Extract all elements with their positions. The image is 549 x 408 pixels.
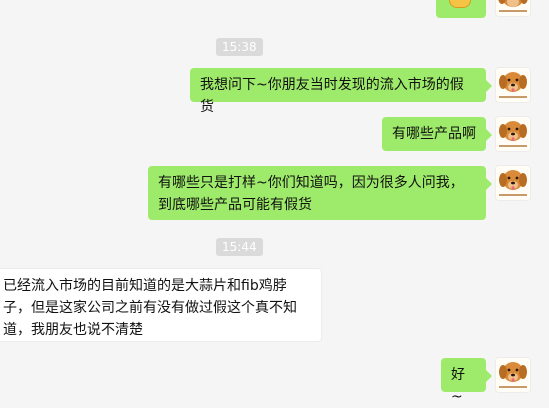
avatar[interactable] <box>496 0 530 16</box>
message-bubble-outgoing[interactable]: 有哪些产品啊 <box>382 117 492 151</box>
emoji-icon <box>449 0 471 8</box>
message-bubble-incoming[interactable]: 已经流入市场的目前知道的是大蒜片和fib鸡脖子，但是这家公司之前有没有做过假这个… <box>0 268 322 342</box>
message-bubble-outgoing[interactable]: 好~ <box>441 358 492 405</box>
avatar-dog-icon <box>496 166 530 200</box>
avatar-dog-icon <box>496 358 530 392</box>
avatar[interactable] <box>496 166 530 200</box>
previous-emoji-message[interactable] <box>436 0 486 18</box>
avatar-dog-icon <box>496 68 530 102</box>
avatar[interactable] <box>496 68 530 102</box>
avatar[interactable] <box>496 117 530 151</box>
avatar[interactable] <box>496 358 530 392</box>
message-bubble-outgoing[interactable]: 我想问下~你朋友当时发现的流入市场的假货 <box>190 68 492 115</box>
message-bubble-outgoing[interactable]: 有哪些只是打样~你们知道吗，因为很多人问我，到底哪些产品可能有假货 <box>148 166 492 220</box>
timestamp: 15:44 <box>216 238 263 256</box>
avatar-dog-icon <box>496 117 530 151</box>
timestamp: 15:38 <box>216 38 263 56</box>
avatar-dog-icon <box>496 0 530 16</box>
